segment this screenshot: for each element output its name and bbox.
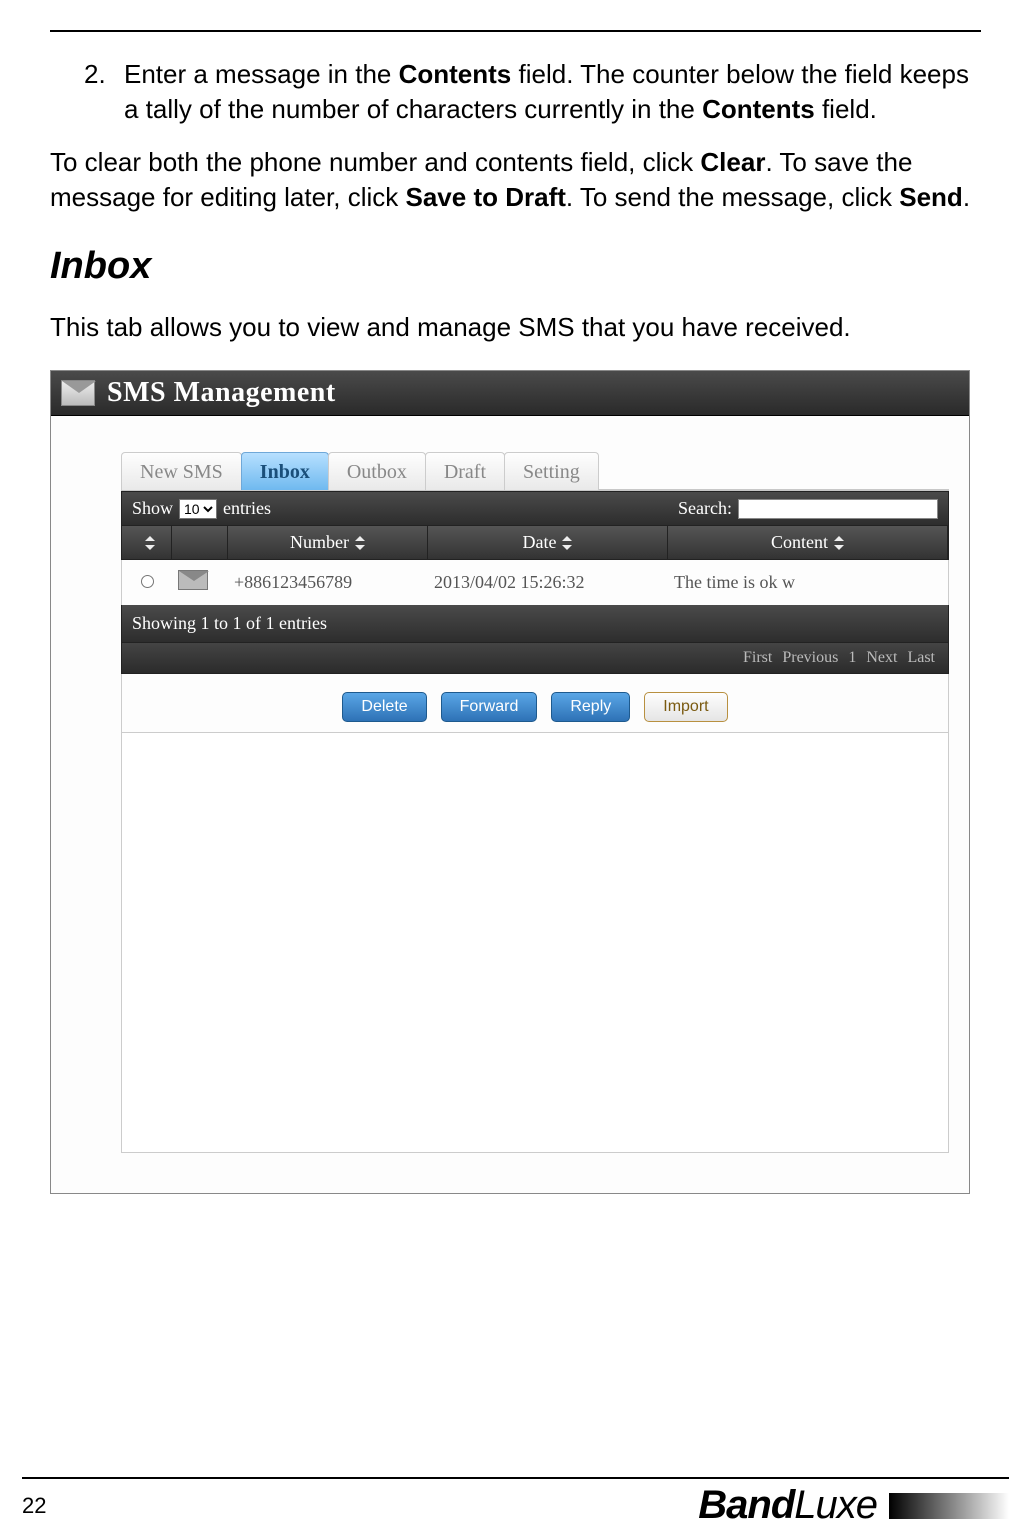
pager-next[interactable]: Next	[866, 649, 897, 666]
col-select[interactable]	[122, 526, 172, 559]
inbox-intro: This tab allows you to view and manage S…	[50, 310, 981, 345]
t: To clear both the phone number and conte…	[50, 147, 700, 177]
delete-button[interactable]: Delete	[342, 692, 426, 722]
gradient-bar-icon	[889, 1493, 1009, 1519]
step-2: 2. Enter a message in the Contents field…	[84, 57, 981, 127]
col-label: Date	[523, 532, 557, 553]
t: field.	[815, 94, 877, 124]
t: Enter a message in the	[124, 59, 399, 89]
pager-prev[interactable]: Previous	[782, 649, 838, 666]
col-label: Content	[771, 532, 828, 553]
row-number: +886123456789	[228, 572, 428, 593]
screenshot-sms-inbox: SMS Management New SMS Inbox Outbox Draf…	[50, 370, 970, 1194]
app-title: SMS Management	[107, 377, 336, 409]
import-button[interactable]: Import	[644, 692, 727, 722]
row-icon	[172, 570, 228, 595]
row-radio[interactable]	[122, 572, 172, 593]
sort-icon	[355, 536, 365, 550]
sort-icon	[562, 536, 572, 550]
blank-area	[121, 733, 949, 1153]
t: . To send the message, click	[566, 182, 899, 212]
col-number[interactable]: Number	[228, 526, 428, 559]
t-bold: Contents	[702, 94, 815, 124]
t: .	[963, 182, 970, 212]
select-radio[interactable]	[141, 575, 154, 588]
step-number: 2.	[84, 57, 124, 127]
app-titlebar: SMS Management	[51, 371, 969, 416]
row-date: 2013/04/02 15:26:32	[428, 572, 668, 593]
message-icon	[178, 570, 208, 590]
col-date[interactable]: Date	[428, 526, 668, 559]
t-bold: Send	[899, 182, 963, 212]
forward-button[interactable]: Forward	[441, 692, 538, 722]
table-toolbar: Show 10 entries Search:	[121, 491, 949, 526]
entries-select[interactable]: 10	[179, 499, 217, 519]
paragraph-actions: To clear both the phone number and conte…	[50, 145, 981, 215]
col-label: Number	[290, 532, 349, 553]
action-bar: Delete Forward Reply Import	[121, 674, 949, 733]
col-content[interactable]: Content	[668, 526, 948, 559]
pager-last[interactable]: Last	[907, 649, 935, 666]
col-status	[172, 526, 228, 559]
top-rule	[50, 30, 981, 32]
envelope-icon	[61, 380, 95, 406]
brand-a: Band	[698, 1483, 794, 1527]
reply-button[interactable]: Reply	[551, 692, 630, 722]
sort-icon	[834, 536, 844, 550]
heading-inbox: Inbox	[50, 245, 981, 288]
footer-rule	[22, 1477, 1009, 1479]
tab-outbox[interactable]: Outbox	[328, 452, 426, 490]
sort-icon	[145, 536, 155, 550]
t-bold: Clear	[700, 147, 765, 177]
table-row[interactable]: +886123456789 2013/04/02 15:26:32 The ti…	[121, 560, 949, 605]
row-content: The time is ok w	[668, 572, 948, 593]
tab-inbox[interactable]: Inbox	[241, 452, 329, 490]
brand-logo: BandLuxe	[698, 1483, 877, 1528]
show-label-b: entries	[223, 498, 271, 519]
page-number: 22	[22, 1493, 82, 1519]
tab-new-sms[interactable]: New SMS	[121, 452, 242, 490]
t-bold: Contents	[399, 59, 512, 89]
t-bold: Save to Draft	[406, 182, 566, 212]
tab-setting[interactable]: Setting	[504, 452, 599, 490]
search-label: Search:	[678, 498, 732, 519]
pager-first[interactable]: First	[743, 649, 772, 666]
show-label-a: Show	[132, 498, 173, 519]
page-footer: 22 BandLuxe	[0, 1477, 1031, 1528]
tabs: New SMS Inbox Outbox Draft Setting	[121, 451, 949, 491]
pager: First Previous 1 Next Last	[121, 643, 949, 674]
table-status: Showing 1 to 1 of 1 entries	[121, 605, 949, 643]
search-input[interactable]	[738, 499, 938, 519]
step-text: Enter a message in the Contents field. T…	[124, 57, 981, 127]
tab-draft[interactable]: Draft	[425, 452, 505, 490]
table-header: Number Date Content	[121, 526, 949, 560]
pager-page[interactable]: 1	[848, 649, 856, 666]
brand-b: Luxe	[794, 1483, 877, 1527]
